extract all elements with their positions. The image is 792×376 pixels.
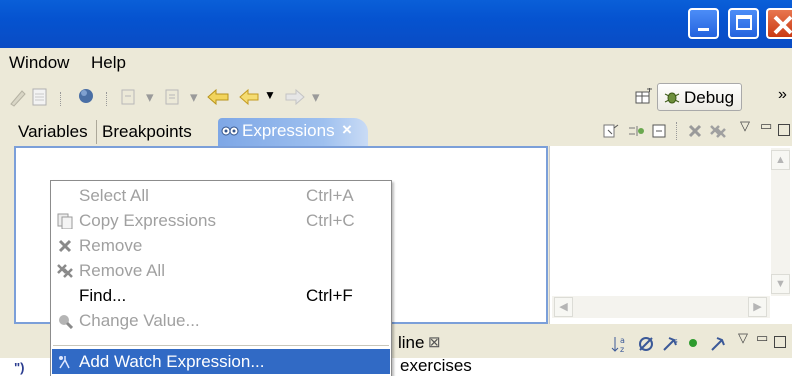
sort-icon[interactable]: az bbox=[610, 334, 630, 354]
change-value-icon bbox=[59, 315, 73, 329]
menu-item-change-value[interactable]: Change Value... bbox=[52, 308, 390, 333]
menu-item-label: Select All bbox=[79, 186, 149, 205]
last-edit-icon[interactable] bbox=[206, 86, 232, 108]
minimize-view-icon[interactable]: ▭ bbox=[760, 118, 772, 134]
tab-variables[interactable]: Variables bbox=[18, 120, 88, 144]
menu-item-accelerator: Ctrl+F bbox=[306, 286, 353, 305]
close-tab-icon[interactable]: × bbox=[342, 120, 352, 140]
show-logical-structure-icon[interactable] bbox=[626, 122, 646, 140]
maximize-icon bbox=[736, 15, 752, 30]
close-icon bbox=[773, 15, 792, 35]
close-button[interactable] bbox=[766, 8, 792, 39]
tab-breakpoints[interactable]: Breakpoints bbox=[102, 120, 192, 144]
minimize-button[interactable] bbox=[688, 8, 719, 39]
menu-item-label: Change Value... bbox=[79, 311, 200, 330]
menu-item-remove[interactable]: Remove bbox=[52, 233, 390, 258]
scroll-left-icon[interactable]: ◀ bbox=[554, 297, 573, 317]
toolbar-separator bbox=[106, 92, 109, 106]
dropdown-arrow-icon[interactable]: ▾ bbox=[312, 88, 320, 106]
tab-divider bbox=[96, 120, 97, 144]
hide-static-icon[interactable]: s bbox=[660, 334, 680, 354]
view-menu-icon[interactable]: ▽ bbox=[740, 118, 750, 134]
tab-outline[interactable]: line bbox=[398, 333, 424, 353]
toolbar-separator bbox=[60, 92, 63, 106]
pencil-icon[interactable] bbox=[8, 86, 30, 108]
minimize-icon bbox=[698, 28, 709, 31]
open-perspective-icon[interactable] bbox=[634, 88, 654, 106]
debug-history-icon[interactable] bbox=[162, 86, 184, 108]
code-fragment: ") bbox=[14, 360, 25, 375]
globe-icon[interactable] bbox=[76, 86, 96, 106]
page-icon[interactable] bbox=[30, 86, 50, 108]
horizontal-scrollbar[interactable]: ◀ ▶ bbox=[552, 296, 770, 318]
forward-arrow-icon[interactable] bbox=[284, 86, 306, 108]
menu-help[interactable]: Help bbox=[91, 53, 126, 73]
toolbar-separator bbox=[676, 122, 678, 140]
hide-local-types-icon[interactable] bbox=[708, 334, 730, 354]
menu-item-label: Add Watch Expression... bbox=[79, 352, 265, 371]
view-tab-row: Variables Breakpoints Expressions × ▽ ▭ bbox=[12, 118, 792, 146]
remove-all-icon[interactable] bbox=[708, 122, 728, 140]
menu-item-label: Remove bbox=[79, 236, 143, 255]
scroll-up-icon[interactable]: ▲ bbox=[771, 150, 790, 170]
scroll-down-icon[interactable]: ▼ bbox=[771, 274, 790, 294]
hide-fields-icon[interactable] bbox=[636, 334, 656, 354]
menu-item-copy-expressions[interactable]: Copy Expressions Ctrl+C bbox=[52, 208, 390, 233]
menu-item-label: Find... bbox=[79, 286, 127, 305]
debug-perspective-button[interactable]: Debug bbox=[657, 83, 742, 111]
expressions-icon bbox=[221, 126, 239, 136]
svg-text:z: z bbox=[620, 345, 624, 354]
view-menu-icon[interactable]: ▽ bbox=[738, 330, 748, 346]
menu-item-select-all[interactable]: Select All Ctrl+A bbox=[52, 183, 390, 208]
menu-separator bbox=[53, 345, 389, 346]
watch-icon bbox=[59, 356, 70, 369]
remove-all-icon bbox=[57, 264, 73, 278]
menu-item-label: Copy Expressions bbox=[79, 211, 217, 230]
minimize-view-icon[interactable]: ▭ bbox=[756, 330, 768, 346]
vertical-scrollbar[interactable]: ▲ ▼ bbox=[771, 148, 790, 296]
menu-item-accelerator: Ctrl+A bbox=[306, 186, 354, 205]
dropdown-arrow-icon[interactable]: ▾ bbox=[190, 88, 198, 106]
bug-icon bbox=[664, 92, 680, 104]
maximize-view-icon[interactable] bbox=[774, 336, 786, 348]
show-types-icon[interactable] bbox=[602, 122, 620, 140]
menu-item-find[interactable]: Find... Ctrl+F bbox=[52, 283, 390, 308]
dropdown-arrow-icon[interactable]: ▼ bbox=[264, 88, 276, 102]
scroll-right-icon[interactable]: ▶ bbox=[748, 297, 767, 317]
remove-icon[interactable] bbox=[686, 122, 704, 140]
svg-text:s: s bbox=[674, 337, 678, 345]
back-arrow-icon[interactable] bbox=[238, 86, 260, 108]
copy-icon bbox=[57, 213, 73, 229]
title-bar bbox=[0, 0, 792, 48]
menu-window[interactable]: Window bbox=[9, 53, 69, 73]
context-menu: Select All Ctrl+A Copy Expressions Ctrl+… bbox=[50, 180, 392, 376]
maximize-view-icon[interactable] bbox=[778, 124, 790, 136]
tab-expressions-label: Expressions bbox=[242, 121, 335, 140]
menu-item-remove-all[interactable]: Remove All bbox=[52, 258, 390, 283]
more-perspectives-icon[interactable]: » bbox=[778, 86, 787, 104]
menu-item-add-watch-expression[interactable]: Add Watch Expression... bbox=[52, 349, 390, 374]
run-history-icon[interactable] bbox=[118, 86, 140, 108]
collapse-all-icon[interactable] bbox=[650, 122, 668, 140]
tab-expressions[interactable]: Expressions × bbox=[218, 118, 368, 146]
perspective-label: Debug bbox=[684, 88, 735, 107]
dropdown-arrow-icon[interactable]: ▾ bbox=[146, 88, 154, 106]
svg-text:a: a bbox=[620, 336, 625, 345]
menu-item-accelerator: Ctrl+C bbox=[306, 211, 355, 230]
maximize-button[interactable] bbox=[728, 8, 759, 39]
menu-bar: Window Help bbox=[0, 50, 792, 76]
menu-item-label: Remove All bbox=[79, 261, 165, 280]
remove-icon bbox=[58, 239, 72, 253]
close-tab-icon[interactable]: ⊠ bbox=[428, 333, 441, 351]
outline-text: exercises bbox=[400, 356, 472, 375]
hide-nonpublic-icon[interactable] bbox=[686, 336, 700, 350]
